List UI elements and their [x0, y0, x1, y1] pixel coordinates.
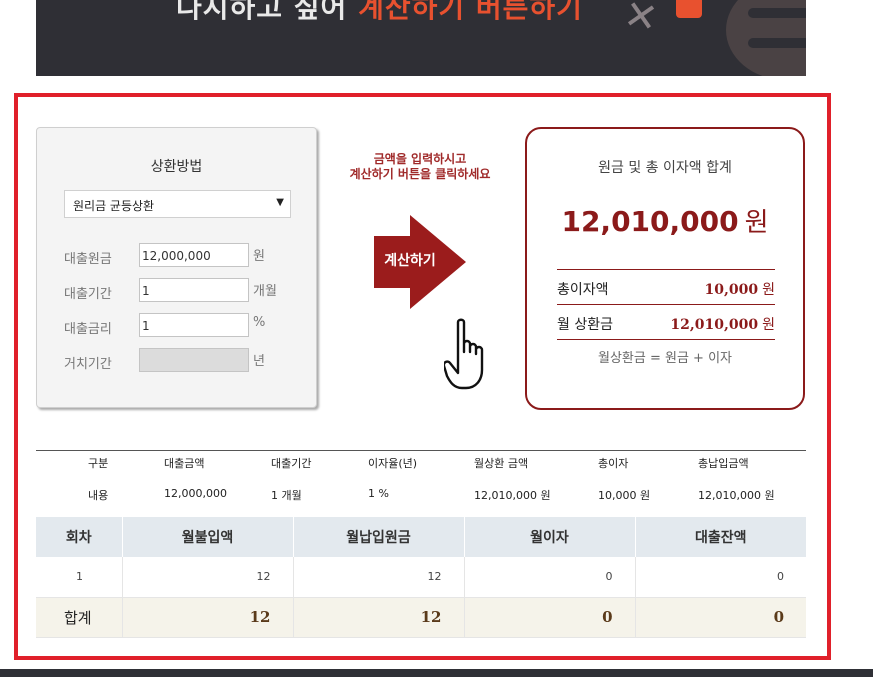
total-interest-label: 총이자액 [557, 282, 609, 298]
grace-period-label: 거치기간 [64, 357, 112, 372]
summary-header-amount: 대출금액 [164, 457, 205, 470]
banner-text-highlight: 계산하기 버튼하기 [358, 0, 583, 24]
footer-bar [0, 669, 873, 677]
pointer-hand-icon [444, 318, 484, 390]
repayment-method-select[interactable]: 원리금 균등상환 ▼ [64, 190, 291, 218]
monthly-payment-value: 12,010,000 원 [670, 314, 775, 334]
summary-header-rate: 이자율(년) [368, 457, 418, 470]
guide-line-2: 계산하기 버튼을 클릭하세요 [349, 167, 491, 181]
repayment-schedule-table: 회차 월불입액 월납입원금 월이자 대출잔액 1 12 12 0 0 합계 12… [36, 517, 806, 638]
schedule-total-row: 합계 12 12 0 0 [36, 597, 806, 638]
monthly-payment-amount: 12,010,000 [670, 317, 759, 333]
loan-rate-input[interactable]: 1 [139, 313, 249, 337]
summary-table: 구분 대출금액 대출기간 이자율(년) 월상환 금액 총이자 총납입금액 내용 … [36, 450, 806, 502]
schedule-cell-payment: 12 [121, 557, 293, 598]
result-divider [557, 339, 775, 340]
result-title: 원금 및 총 이자액 합계 [598, 160, 732, 176]
result-total: 12,010,000 원 [527, 202, 803, 239]
summary-value-period: 1 개월 [271, 489, 302, 502]
summary-value-category: 내용 [88, 489, 109, 502]
monthly-payment-unit: 원 [762, 317, 775, 333]
schedule-header-payment: 월불입액 [121, 517, 293, 557]
loan-principal-input[interactable]: 12,000,000 [139, 243, 249, 267]
banner-text-prefix: 다시하고 싶어 [176, 0, 359, 24]
result-total-value: 12,010,000 [561, 205, 739, 238]
top-banner: 다시하고 싶어 계산하기 버튼하기 ✕ [36, 0, 806, 76]
schedule-total-label: 합계 [36, 597, 122, 638]
schedule-header-row: 회차 월불입액 월납입원금 월이자 대출잔액 [36, 517, 806, 557]
summary-value-monthly: 12,010,000 원 [474, 489, 551, 502]
loan-principal-label: 대출원금 [64, 252, 112, 267]
schedule-total-principal: 12 [292, 597, 464, 638]
summary-header-category: 구분 [88, 457, 109, 470]
summary-value-amount: 12,000,000 [164, 487, 227, 500]
grace-period-unit: 년 [253, 354, 265, 369]
table-row: 1 12 12 0 0 [36, 557, 806, 598]
schedule-total-balance: 0 [634, 597, 806, 638]
schedule-cell-principal: 12 [292, 557, 464, 598]
result-divider [557, 304, 775, 305]
repayment-method-value: 원리금 균등상환 [73, 199, 155, 213]
loan-period-unit: 개월 [253, 284, 277, 299]
schedule-cell-round: 1 [36, 557, 122, 598]
monthly-payment-label: 월 상환금 [557, 317, 613, 333]
loan-period-input[interactable]: 1 [139, 278, 249, 302]
schedule-header-round: 회차 [36, 517, 122, 557]
result-formula-note: 월상환금 = 원금 + 이자 [598, 351, 732, 366]
summary-value-rate: 1 % [368, 487, 389, 500]
summary-header-period: 대출기간 [271, 457, 312, 470]
chevron-down-icon: ▼ [276, 197, 284, 208]
summary-header-monthly: 월상환 금액 [474, 457, 529, 470]
calculate-button-label[interactable]: 계산하기 [376, 250, 444, 270]
total-interest-unit: 원 [762, 282, 775, 298]
result-panel: 원금 및 총 이자액 합계 12,010,000 원 총이자액 10,000 원 월… [525, 127, 805, 410]
schedule-header-balance: 대출잔액 [634, 517, 806, 557]
schedule-cell-interest: 0 [463, 557, 635, 598]
schedule-header-principal: 월납입원금 [292, 517, 464, 557]
loan-rate-unit: % [253, 315, 266, 330]
grace-period-input[interactable] [139, 348, 249, 372]
guide-line-1: 금액을 입력하시고 [373, 152, 467, 166]
summary-value-interest: 10,000 원 [598, 489, 651, 502]
total-interest-amount: 10,000 [704, 282, 759, 298]
input-panel: 상환방법 원리금 균등상환 ▼ 대출원금 12,000,000 원 대출기간 1… [36, 127, 317, 408]
summary-value-total: 12,010,000 원 [698, 489, 775, 502]
schedule-total-payment: 12 [121, 597, 293, 638]
summary-header-total: 총납입금액 [698, 457, 749, 470]
repayment-method-title: 상환방법 [150, 159, 203, 175]
summary-header-interest: 총이자 [598, 457, 629, 470]
loan-principal-unit: 원 [253, 249, 265, 264]
banner-text: 다시하고 싶어 계산하기 버튼하기 [176, 0, 583, 26]
badge-icon [676, 0, 702, 18]
schedule-total-interest: 0 [463, 597, 635, 638]
loan-rate-label: 대출금리 [64, 322, 112, 337]
loan-period-label: 대출기간 [64, 287, 112, 302]
schedule-header-interest: 월이자 [463, 517, 635, 557]
schedule-cell-balance: 0 [634, 557, 806, 598]
guide-text: 금액을 입력하시고 계산하기 버튼을 클릭하세요 [330, 152, 510, 182]
result-divider [557, 269, 775, 270]
x-icon: ✕ [620, 0, 662, 43]
decorative-circle-icon [726, 0, 806, 76]
total-interest-value: 10,000 원 [705, 279, 775, 299]
result-total-unit: 원 [744, 208, 769, 238]
